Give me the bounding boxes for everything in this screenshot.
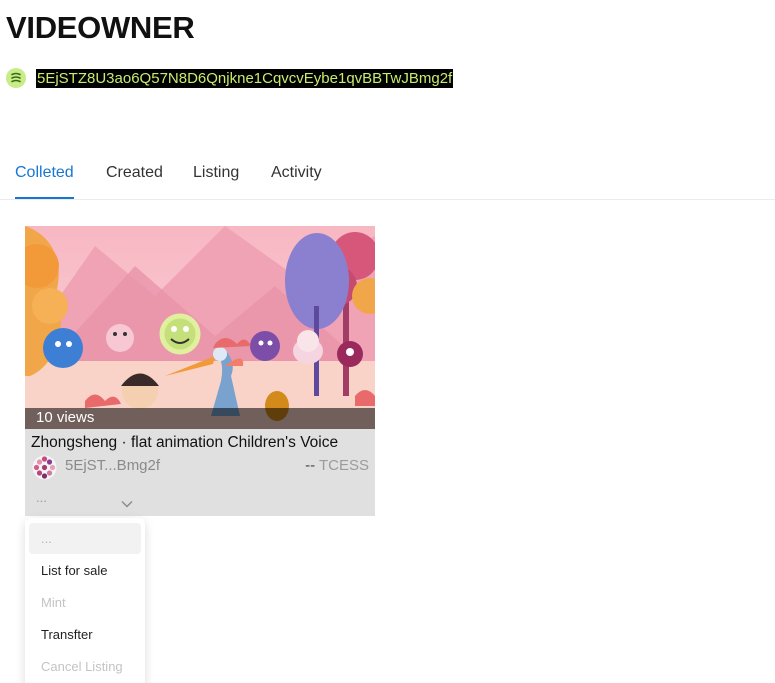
dropdown-option-none[interactable]: ... — [29, 523, 141, 554]
nft-card[interactable]: 10 views Zhongsheng · flat animation Chi… — [25, 226, 375, 516]
tab-activity[interactable]: Activity — [271, 164, 322, 182]
active-tab-indicator — [15, 197, 74, 199]
dropdown-option-transfer[interactable]: Transfter — [29, 619, 141, 650]
nft-title[interactable]: Zhongsheng · flat animation Children's V… — [31, 434, 338, 452]
account-address[interactable]: 5EjSTZ8U3ao6Q57N8D6Qnjkne1CqvcvEybe1qvBB… — [36, 68, 454, 88]
wallet-icon — [6, 68, 26, 88]
tab-listing[interactable]: Listing — [193, 164, 239, 182]
price-value: -- — [305, 457, 316, 474]
action-select[interactable]: ... — [25, 488, 145, 514]
price-unit: TCESS — [318, 457, 369, 474]
video-thumbnail[interactable] — [25, 226, 375, 429]
action-dropdown-menu: ... List for sale Mint Transfter Cancel … — [25, 518, 145, 683]
tab-created[interactable]: Created — [106, 164, 163, 182]
page-title: VIDEOWNER — [6, 10, 195, 45]
owner-avatar — [32, 455, 57, 480]
dropdown-option-cancel-listing: Cancel Listing — [41, 659, 123, 674]
owner-address[interactable]: 5EjST...Bmg2f — [65, 457, 160, 474]
chevron-down-icon — [121, 495, 133, 513]
action-select-value: ... — [36, 490, 47, 505]
views-overlay: 10 views — [25, 408, 375, 429]
dropdown-option-mint: Mint — [41, 595, 66, 610]
dropdown-option-list-for-sale[interactable]: List for sale — [29, 555, 141, 586]
tab-colleted[interactable]: Colleted — [15, 164, 74, 182]
tab-bar: Colleted Created Listing Activity — [0, 146, 775, 200]
views-count: 10 views — [36, 409, 95, 426]
account-address-row: 5EjSTZ8U3ao6Q57N8D6Qnjkne1CqvcvEybe1qvBB… — [6, 68, 454, 88]
price-label: -- TCESS — [305, 457, 369, 474]
